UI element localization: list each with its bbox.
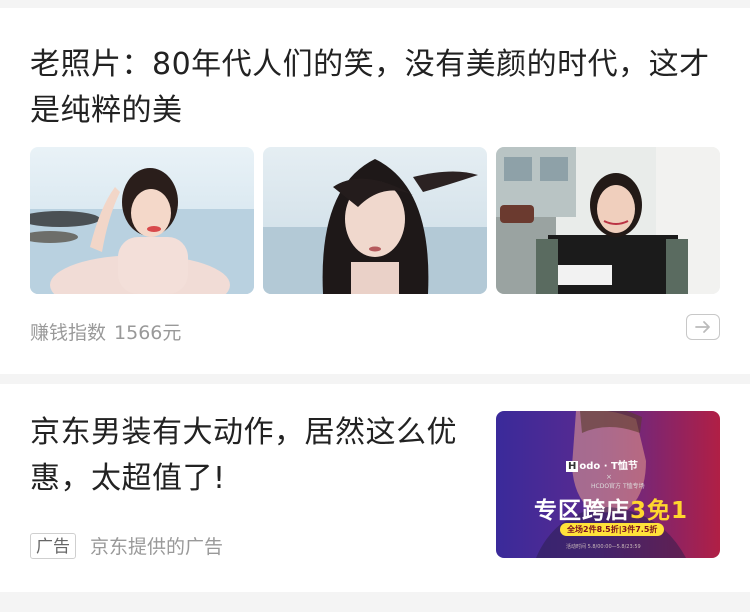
thumbnail-row [30,147,720,294]
ad-headline: 专区跨店3免1 [534,491,688,525]
ad-headline-main: 专区跨店 [534,498,630,524]
ad-image[interactable]: Hodo · T恤节 × HCDO官方 T恤专场 专区跨店3免1 全场2件8.5… [496,411,720,558]
ad-headline-highlight: 3免1 [630,498,689,524]
ad-card[interactable]: 京东男装有大动作，居然这么优惠，太超值了! 广告 京东提供的广告 Hodo · … [0,384,750,592]
windblown-hair-portrait-photo[interactable] [263,147,487,294]
ad-brand-logo: Hodo · T恤节 [566,457,638,472]
ad-source: 京东提供的广告 [90,536,224,558]
article-card[interactable]: 老照片：80年代人们的笑，没有美颜的时代，这才是纯粹的美 赚钱指数 1566元 [0,8,750,374]
earnings-index-label: 赚钱指数 [30,322,107,344]
ad-cross: × [606,473,612,481]
ad-discount-pill: 全场2件8.5折|3件7.5折 [560,523,665,536]
ad-brand-box: H [566,461,579,472]
earnings-index: 赚钱指数 1566元 [30,318,181,345]
ad-title[interactable]: 京东男装有大动作，居然这么优惠，太超值了! [30,410,470,502]
ad-meta: 广告 京东提供的广告 [30,532,223,559]
arrow-right-icon [695,321,710,333]
ad-brand-text: odo · T恤节 [579,461,638,472]
ad-badge: 广告 [30,532,76,559]
ad-subtitle: HCDO官方 T恤专场 [591,483,645,490]
ad-fine-print: 活动时间 5.8/00:00—5.8/23:59 [566,544,641,550]
article-title[interactable]: 老照片：80年代人们的笑，没有美颜的时代，这才是纯粹的美 [30,42,720,134]
earnings-index-value: 1566元 [114,322,182,344]
street-portrait-photo[interactable] [496,147,720,294]
share-arrow-button[interactable] [686,314,720,340]
beach-portrait-photo[interactable] [30,147,254,294]
